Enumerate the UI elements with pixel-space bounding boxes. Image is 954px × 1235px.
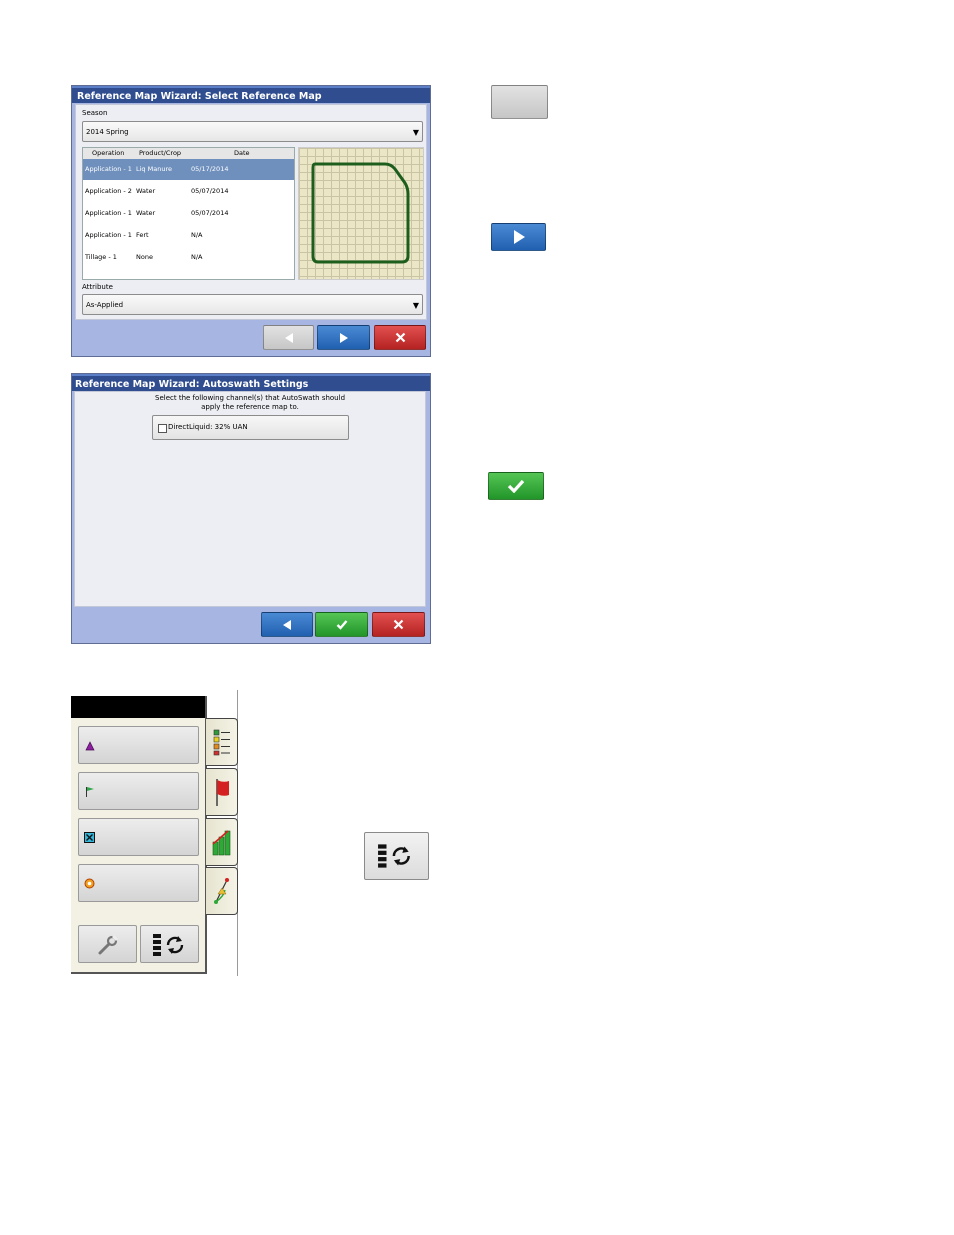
chevron-down-icon: ▼ [412, 301, 419, 310]
cancel-button[interactable] [374, 325, 426, 350]
table-row[interactable]: Tillage - 1 None N/A [83, 247, 294, 268]
accept-button[interactable] [315, 612, 368, 637]
cancel-button[interactable] [372, 612, 425, 637]
row-product: Water [136, 209, 156, 217]
panel-header [71, 696, 205, 718]
row-date: 05/07/2014 [191, 187, 229, 195]
channel-label: DirectLiquid: 32% UAN [168, 423, 248, 431]
table-row[interactable]: Application - 2 Water 05/07/2014 [83, 181, 294, 202]
channel-checkbox[interactable] [158, 424, 167, 433]
flag-icon [215, 779, 229, 806]
dialog-body: Select the following channel(s) that Aut… [74, 391, 426, 607]
tab-legend[interactable] [206, 718, 238, 766]
select-reference-map-dialog: Reference Map Wizard: Select Reference M… [71, 85, 431, 357]
bar-chart-icon [211, 830, 230, 856]
point-marker-button[interactable] [78, 864, 199, 902]
attribute-value: As-Applied [86, 301, 124, 309]
row-operation: Application - 1 [85, 231, 132, 239]
season-value: 2014 Spring [86, 128, 129, 136]
chevron-down-icon: ▼ [412, 128, 419, 137]
dialog-title: Reference Map Wizard: Select Reference M… [72, 86, 430, 103]
operation-list: Operation Product/Crop Date Application … [82, 147, 295, 280]
season-select[interactable]: 2014 Spring ▼ [82, 121, 423, 142]
triangle-icon [85, 741, 95, 751]
row-product: Liq Manure [136, 165, 172, 173]
autoswath-settings-dialog: Reference Map Wizard: Autoswath Settings… [71, 373, 431, 644]
tab-guidance[interactable] [206, 867, 238, 915]
column-product: Product/Crop [139, 149, 182, 157]
row-operation: Application - 1 [85, 165, 132, 173]
field-boundary [311, 162, 410, 264]
legend-icon [213, 729, 230, 756]
row-date: N/A [191, 253, 203, 261]
attribute-select[interactable]: As-Applied ▼ [82, 294, 423, 315]
back-button-callout[interactable] [491, 85, 548, 119]
row-product: Fert [136, 231, 149, 239]
checkmark-icon [507, 479, 525, 493]
area-marker-button[interactable] [78, 726, 199, 764]
wrench-icon [98, 934, 119, 955]
back-arrow-icon [283, 619, 291, 630]
layers-refresh-button-callout[interactable] [364, 832, 429, 880]
table-row[interactable]: Application - 1 Liq Manure 05/17/2014 [83, 159, 294, 180]
tab-charts[interactable] [206, 818, 238, 866]
row-operation: Application - 2 [85, 187, 132, 195]
instruction-text: Select the following channel(s) that Aut… [155, 394, 346, 411]
row-product: None [136, 253, 153, 261]
row-date: N/A [191, 231, 203, 239]
table-row[interactable]: Application - 1 Fert N/A [83, 225, 294, 246]
map-tools-panel [71, 696, 207, 974]
checkmark-icon [336, 620, 347, 630]
tab-flags[interactable] [206, 768, 238, 816]
row-date: 05/17/2014 [191, 165, 229, 173]
column-operation: Operation [92, 149, 125, 157]
next-arrow-icon [513, 230, 525, 244]
dialog-title: Reference Map Wizard: Autoswath Settings [72, 374, 430, 391]
layers-refresh-icon [153, 934, 184, 956]
close-icon [393, 619, 404, 630]
target-icon [84, 878, 95, 889]
obstacle-marker-button[interactable] [78, 818, 199, 856]
guidance-icon [213, 878, 229, 904]
column-date: Date [234, 149, 250, 157]
close-icon [395, 332, 405, 343]
accept-button-callout[interactable] [488, 472, 544, 500]
next-button-callout[interactable] [491, 223, 546, 251]
settings-button[interactable] [78, 925, 137, 963]
next-arrow-icon [339, 332, 348, 343]
row-product: Water [136, 187, 156, 195]
back-button[interactable] [261, 612, 313, 637]
season-label: Season [82, 109, 108, 117]
next-button[interactable] [317, 325, 370, 350]
row-date: 05/07/2014 [191, 209, 229, 217]
row-operation: Application - 1 [85, 209, 132, 217]
back-button[interactable] [263, 325, 314, 350]
row-operation: Tillage - 1 [85, 253, 117, 261]
channel-option[interactable]: DirectLiquid: 32% UAN [152, 415, 349, 440]
layers-refresh-button[interactable] [140, 925, 199, 963]
dialog-body: Season 2014 Spring ▼ Operation Product/C… [75, 104, 427, 320]
layers-refresh-icon [378, 844, 410, 868]
table-row[interactable]: Application - 1 Water 05/07/2014 [83, 203, 294, 224]
back-arrow-icon [284, 332, 293, 343]
flag-icon [86, 787, 94, 797]
x-box-icon [84, 832, 95, 843]
flag-marker-button[interactable] [78, 772, 199, 810]
reference-map-preview [298, 147, 424, 280]
attribute-label: Attribute [82, 283, 113, 291]
